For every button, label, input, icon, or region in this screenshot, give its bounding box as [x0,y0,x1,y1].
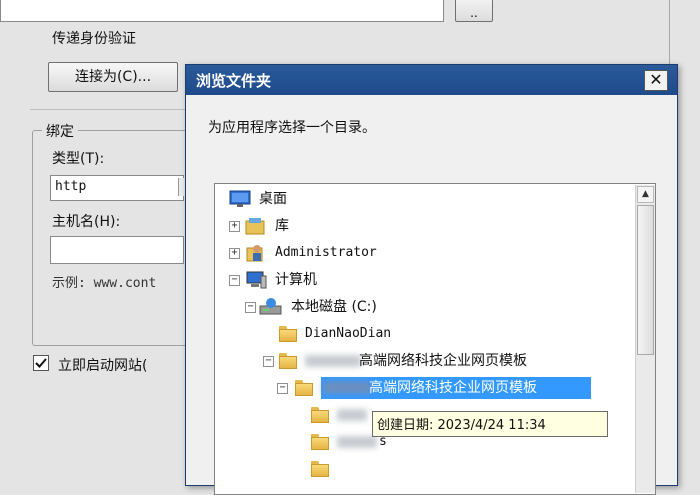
start-site-checkbox[interactable] [33,355,49,371]
computer-icon [246,271,267,289]
folder-icon [311,407,329,423]
physical-path-input[interactable] [0,0,444,22]
type-select[interactable]: http [50,175,189,201]
type-label: 类型(T): [52,151,105,167]
collapse-icon[interactable]: − [277,383,288,394]
expand-icon[interactable]: + [229,248,240,259]
folder-icon [311,461,329,477]
folder-icon [295,380,313,396]
collapse-icon[interactable]: − [263,356,274,367]
tooltip-text: 创建日期: 2023/4/24 11:34 [377,418,546,433]
tree-item-label: 桌面 [259,191,287,207]
tree-item-label: 高端网络科技企业网页模板 [369,380,537,396]
type-select-value: http [55,179,87,194]
folder-icon [279,326,297,342]
tree-item-label: 本地磁盘 (C:) [291,299,377,315]
folder-icon [311,434,329,450]
disk-icon [259,298,282,315]
example-text: 示例: www.cont [52,276,157,291]
checkbox-checked-icon [35,358,47,368]
dialog-title: 浏览文件夹 [196,72,272,90]
connect-as-button[interactable]: 连接为(C)... [48,62,178,92]
expand-icon[interactable]: + [229,221,240,232]
close-button[interactable]: ✕ [644,70,668,91]
start-site-label: 立即启动网站( [58,358,148,374]
folder-icon [279,353,297,369]
close-icon: ✕ [649,70,663,89]
folder-tree[interactable]: 桌面 + 库 + Administrator − 计算机 − 本地磁盘 (C:) [214,183,656,495]
tooltip: 创建日期: 2023/4/24 11:34 [372,411,608,437]
tree-item-label: DianNaoDian [305,326,392,341]
tree-item-label: 计算机 [275,272,317,288]
redacted-text [323,381,371,394]
redacted-text [337,436,377,448]
library-icon [245,218,265,235]
redacted-text [305,355,361,367]
tree-item-label: Administrator [275,245,377,260]
hostname-input[interactable] [50,236,184,264]
pass-through-auth-label: 传递身份验证 [52,31,136,47]
scroll-thumb[interactable] [637,205,654,355]
browse-path-button[interactable]: .. [455,0,493,22]
dialog-title-bar[interactable]: 浏览文件夹 ✕ [186,65,677,95]
redacted-text [337,409,367,421]
binding-group-label: 绑定 [42,121,78,141]
scroll-up-icon[interactable]: ▲ [637,186,654,203]
hostname-label: 主机名(H): [52,214,121,230]
desktop-icon [229,190,251,207]
user-icon [246,245,263,262]
tree-item-label: 库 [275,218,289,234]
dialog-instruction: 为应用程序选择一个目录。 [208,120,376,136]
collapse-icon[interactable]: − [229,275,240,286]
tree-scrollbar[interactable]: ▲ [635,185,655,493]
collapse-icon[interactable]: − [245,302,256,313]
tree-item-label: 高端网络科技企业网页模板 [359,353,527,369]
